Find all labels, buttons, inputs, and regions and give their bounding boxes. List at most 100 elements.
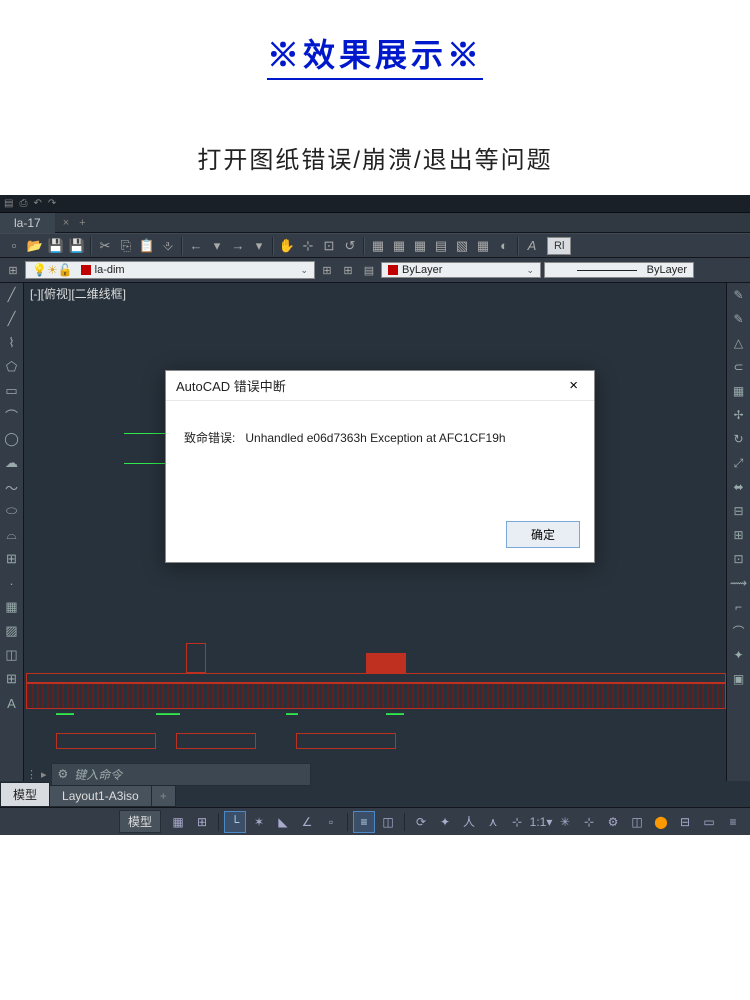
cmd-expand-icon[interactable]: ▸	[41, 768, 47, 781]
viewport-label[interactable]: [-][俯视][二维线框]	[30, 285, 126, 302]
block-icon[interactable]: ⊞	[4, 551, 20, 567]
layer-tool-icon[interactable]: ▤	[360, 261, 378, 279]
calc-icon[interactable]: ▦	[473, 236, 493, 256]
mirror-icon[interactable]: △	[731, 335, 747, 351]
anno-auto-icon[interactable]: ⊹	[578, 811, 600, 833]
table-icon[interactable]: ⊞	[4, 671, 20, 687]
layout-tab[interactable]: Layout1-A3iso	[49, 785, 152, 807]
model-space-button[interactable]: 模型	[119, 810, 161, 833]
explode-icon[interactable]: ✦	[731, 647, 747, 663]
ortho-icon[interactable]: └	[224, 811, 246, 833]
hardware-accel-icon[interactable]: ⬤	[650, 811, 672, 833]
model-tab[interactable]: 模型	[0, 782, 50, 807]
markup-icon[interactable]: ▧	[452, 236, 472, 256]
gradient-icon[interactable]: ▨	[4, 623, 20, 639]
gizmo-icon[interactable]: ⊹	[506, 811, 528, 833]
redo-dd-icon[interactable]: ▾	[249, 236, 269, 256]
props-icon[interactable]: ▦	[368, 236, 388, 256]
ribbon-toggle[interactable]: Rl	[547, 237, 571, 255]
scale-icon[interactable]: ⤢	[731, 455, 747, 471]
custom-icon[interactable]: ≡	[722, 811, 744, 833]
line-icon[interactable]: ╱	[4, 287, 20, 303]
trim-icon[interactable]: ⊟	[731, 503, 747, 519]
zoom-win-icon[interactable]: ⊡	[319, 236, 339, 256]
revcloud-icon[interactable]: ☁	[4, 455, 20, 471]
ellipse-arc-icon[interactable]: ⌓	[4, 527, 20, 543]
polyline-icon[interactable]: ⌇	[4, 335, 20, 351]
join-icon[interactable]: ⟿	[731, 575, 747, 591]
qat-icon[interactable]: ↷	[48, 198, 56, 209]
cycle-icon[interactable]: ⟳	[410, 811, 432, 833]
lineweight-icon[interactable]: ≡	[353, 811, 375, 833]
clean-screen-icon[interactable]: ▭	[698, 811, 720, 833]
tool-palettes-icon[interactable]: ▦	[410, 236, 430, 256]
transparency-icon[interactable]: ◫	[377, 811, 399, 833]
anno-vis-icon[interactable]: ✳	[554, 811, 576, 833]
tab-add-icon[interactable]: +	[69, 217, 95, 229]
annoscale-label[interactable]: 1:1 ▾	[530, 811, 552, 833]
pline-icon[interactable]: ╱	[4, 311, 20, 327]
sheet-set-icon[interactable]: ▤	[431, 236, 451, 256]
lineweight-dropdown[interactable]: ByLayer	[544, 262, 694, 278]
layer-manager-icon[interactable]: ⊞	[4, 261, 22, 279]
render-icon[interactable]: ◐	[494, 236, 514, 256]
gear-icon[interactable]: ⚙	[58, 767, 69, 781]
cmd-handle-icon[interactable]: ⋮	[26, 768, 37, 781]
workspace-icon[interactable]: ⚙	[602, 811, 624, 833]
dialog-titlebar[interactable]: AutoCAD 错误中断 ×	[166, 371, 594, 401]
snap-icon[interactable]: ⊞	[191, 811, 213, 833]
extend-icon[interactable]: ⊞	[731, 527, 747, 543]
save-icon[interactable]: 💾	[46, 236, 66, 256]
osnap-track-icon[interactable]: ∠	[296, 811, 318, 833]
spline-icon[interactable]: ～	[4, 479, 20, 495]
ok-button[interactable]: 确定	[506, 521, 580, 548]
point-icon[interactable]: ·	[4, 575, 20, 591]
undo-dd-icon[interactable]: ▾	[207, 236, 227, 256]
tool-icon[interactable]: ▣	[731, 671, 747, 687]
qat-icon[interactable]: ▤	[4, 198, 13, 209]
fillet-icon[interactable]: ⌒	[731, 623, 747, 639]
offset-icon[interactable]: ⊂	[731, 359, 747, 375]
polygon-icon[interactable]: ⬠	[4, 359, 20, 375]
hatch-icon[interactable]: ▦	[4, 599, 20, 615]
matchprop-icon[interactable]: ⎀	[158, 236, 178, 256]
stretch-icon[interactable]: ⬌	[731, 479, 747, 495]
circle-icon[interactable]: ◯	[4, 431, 20, 447]
command-input[interactable]: ⚙ 键入命令	[51, 763, 311, 786]
dyn-ucs-icon[interactable]: 人	[458, 811, 480, 833]
isolate-icon[interactable]: ⊟	[674, 811, 696, 833]
qat-icon[interactable]: ↶	[33, 198, 41, 209]
break-icon[interactable]: ⊡	[731, 551, 747, 567]
rect-icon[interactable]: ▭	[4, 383, 20, 399]
array-icon[interactable]: ▦	[731, 383, 747, 399]
file-tab-active[interactable]: la-17	[0, 213, 55, 233]
ellipse-icon[interactable]: ⬭	[4, 503, 20, 519]
new-icon[interactable]: ▫	[4, 236, 24, 256]
zoom-prev-icon[interactable]: ↺	[340, 236, 360, 256]
text-icon[interactable]: A	[522, 236, 542, 256]
move-icon[interactable]: ✢	[731, 407, 747, 423]
layer-tool-icon[interactable]: ⊞	[339, 261, 357, 279]
color-dropdown[interactable]: ByLayer ⌄	[381, 262, 541, 278]
cut-icon[interactable]: ✂	[95, 236, 115, 256]
mtext-icon[interactable]: A	[4, 695, 20, 711]
monitor-icon[interactable]: ◫	[626, 811, 648, 833]
copy-icon[interactable]: ⎘	[116, 236, 136, 256]
paste-icon[interactable]: 📋	[137, 236, 157, 256]
grid-icon[interactable]: ▦	[167, 811, 189, 833]
saveas-icon[interactable]: 💾	[67, 236, 87, 256]
design-center-icon[interactable]: ▦	[389, 236, 409, 256]
undo-icon[interactable]: ←	[186, 236, 206, 256]
polar-icon[interactable]: ✶	[248, 811, 270, 833]
open-icon[interactable]: 📂	[25, 236, 45, 256]
close-icon[interactable]: ×	[563, 375, 584, 396]
layer-dropdown[interactable]: 💡☀🔓 la-dim ⌄	[25, 261, 315, 279]
redo-icon[interactable]: →	[228, 236, 248, 256]
arc-icon[interactable]: ⌒	[4, 407, 20, 423]
iso-icon[interactable]: ◣	[272, 811, 294, 833]
region-icon[interactable]: ◫	[4, 647, 20, 663]
osnap-icon[interactable]: ▫	[320, 811, 342, 833]
rotate-icon[interactable]: ↻	[731, 431, 747, 447]
layer-tool-icon[interactable]: ⊞	[318, 261, 336, 279]
zoom-ext-icon[interactable]: ⊹	[298, 236, 318, 256]
